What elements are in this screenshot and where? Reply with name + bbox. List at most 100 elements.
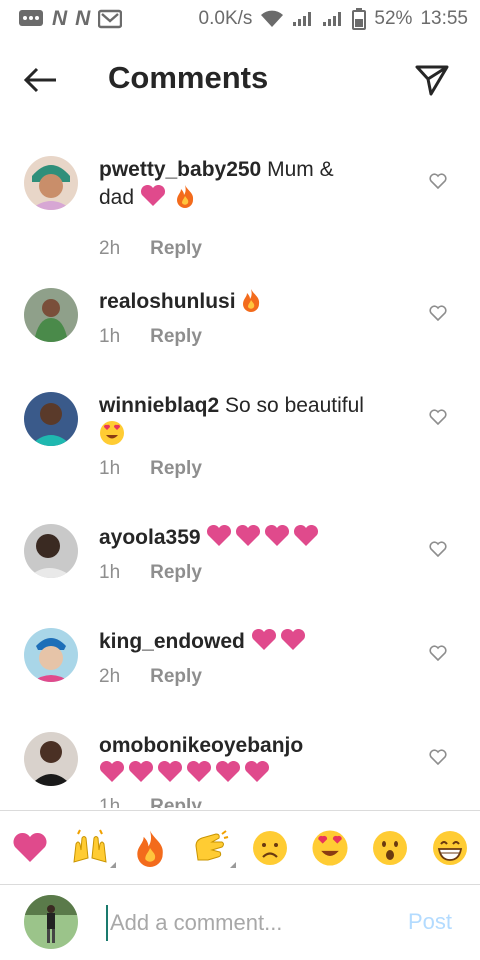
comment-meta: 2h Reply [99, 666, 202, 688]
avatar[interactable] [24, 156, 78, 210]
pink-heart-icon [264, 524, 290, 555]
battery-level: 52% [374, 8, 413, 29]
divider [0, 810, 480, 811]
comment-input[interactable] [106, 905, 396, 941]
avatar[interactable] [24, 524, 78, 578]
comments-list: pwetty_baby250 Mum & dad 2h Reply realos… [0, 140, 480, 808]
comment-meta: 1h Reply [99, 458, 202, 480]
comment-message: So so beautiful [225, 394, 364, 417]
pink-heart-icon [128, 760, 154, 791]
fire-icon [175, 184, 195, 216]
like-button[interactable] [427, 170, 449, 192]
comment-text: winnieblaq2 So so beautiful [99, 392, 399, 454]
avatar[interactable] [24, 628, 78, 682]
header: Comments [0, 48, 480, 114]
heart-eyes-emoji-button[interactable] [308, 826, 352, 870]
comment-composer: Post [0, 885, 480, 960]
skin-tone-indicator [110, 862, 116, 868]
like-button[interactable] [427, 642, 449, 664]
heart-eyes-icon [99, 420, 125, 454]
comment-username[interactable]: king_endowed [99, 630, 245, 653]
raising-hands-icon [73, 829, 107, 863]
network-speed: 0.0K/s [198, 8, 253, 29]
comment-username[interactable]: pwetty_baby250 [99, 158, 261, 181]
pink-heart-icon [140, 184, 166, 215]
pink-heart-icon [157, 760, 183, 791]
comment-meta: 1h Reply [99, 796, 202, 808]
reply-button[interactable]: Reply [150, 238, 202, 260]
signal-icon [292, 11, 314, 27]
battery-icon [352, 8, 367, 30]
clapping-hands-emoji-button[interactable] [188, 826, 236, 870]
red-heart-emoji-button[interactable] [8, 826, 52, 870]
heart-outline-icon [429, 173, 447, 189]
status-bar: N N 0.0K/s 52% 13:55 [0, 0, 480, 38]
comment-username[interactable]: ayoola359 [99, 526, 201, 549]
reply-button[interactable]: Reply [150, 458, 202, 480]
pink-heart-icon [206, 524, 232, 555]
comment-message: Mum & [267, 158, 334, 181]
avatar[interactable] [24, 288, 78, 342]
grinning-face-emoji-button[interactable] [428, 826, 472, 870]
heart-outline-icon [429, 305, 447, 321]
signal-icon-2 [322, 11, 344, 27]
like-button[interactable] [427, 538, 449, 560]
reply-button[interactable]: Reply [150, 562, 202, 584]
fire-emoji-button[interactable] [128, 826, 172, 870]
sad-face-icon [253, 831, 287, 865]
pink-heart-icon [99, 760, 125, 791]
message-icon [18, 9, 44, 29]
back-arrow-icon [23, 67, 56, 93]
comment-text: omobonikeoyebanjo [99, 732, 399, 791]
page-title: Comments [108, 60, 269, 95]
comment-username[interactable]: winnieblaq2 [99, 394, 219, 417]
avatar[interactable] [24, 392, 78, 446]
like-button[interactable] [427, 406, 449, 428]
red-heart-icon [13, 832, 47, 862]
reply-button[interactable]: Reply [150, 326, 202, 348]
like-button[interactable] [427, 746, 449, 768]
comment-username[interactable]: realoshunlusi [99, 290, 236, 313]
surprised-face-icon [373, 831, 407, 865]
post-button[interactable]: Post [408, 909, 452, 935]
avatar[interactable] [24, 732, 78, 786]
pink-heart-icon [251, 628, 277, 659]
comment-time: 1h [99, 562, 121, 583]
back-button[interactable] [20, 62, 60, 98]
comment-time: 2h [99, 238, 121, 259]
system-indicators: 0.0K/s 52% 13:55 [199, 8, 468, 30]
fire-icon [241, 288, 261, 320]
comment-text: pwetty_baby250 Mum & dad [99, 156, 399, 216]
comment-text: realoshunlusi [99, 288, 399, 320]
heart-outline-icon [429, 541, 447, 557]
comment-meta: 2h Reply [99, 238, 202, 260]
raising-hands-emoji-button[interactable] [68, 826, 116, 870]
share-button[interactable] [412, 60, 452, 100]
comment-time: 1h [99, 458, 121, 479]
comment-text: ayoola359 [99, 524, 399, 555]
pink-heart-icon [186, 760, 212, 791]
skin-tone-indicator [230, 862, 236, 868]
heart-outline-icon [429, 409, 447, 425]
paper-plane-icon [415, 65, 449, 96]
sad-face-emoji-button[interactable] [248, 826, 292, 870]
comment-username[interactable]: omobonikeoyebanjo [99, 734, 303, 757]
reply-button[interactable]: Reply [150, 796, 202, 808]
emoji-quick-bar [0, 812, 480, 884]
comment-time: 1h [99, 796, 121, 808]
pink-heart-icon [215, 760, 241, 791]
like-button[interactable] [427, 302, 449, 324]
notification-icons: N N [18, 7, 123, 31]
surprised-face-emoji-button[interactable] [368, 826, 412, 870]
comment-text: king_endowed [99, 628, 399, 659]
wifi-icon [260, 10, 284, 28]
comment-time: 1h [99, 326, 121, 347]
clapping-hands-icon [195, 830, 229, 861]
heart-eyes-icon [312, 830, 348, 866]
notification-n-icon: N [52, 7, 68, 30]
pink-heart-icon [244, 760, 270, 791]
clock: 13:55 [420, 8, 468, 29]
current-user-avatar [24, 895, 78, 949]
reply-button[interactable]: Reply [150, 666, 202, 688]
heart-outline-icon [429, 645, 447, 661]
